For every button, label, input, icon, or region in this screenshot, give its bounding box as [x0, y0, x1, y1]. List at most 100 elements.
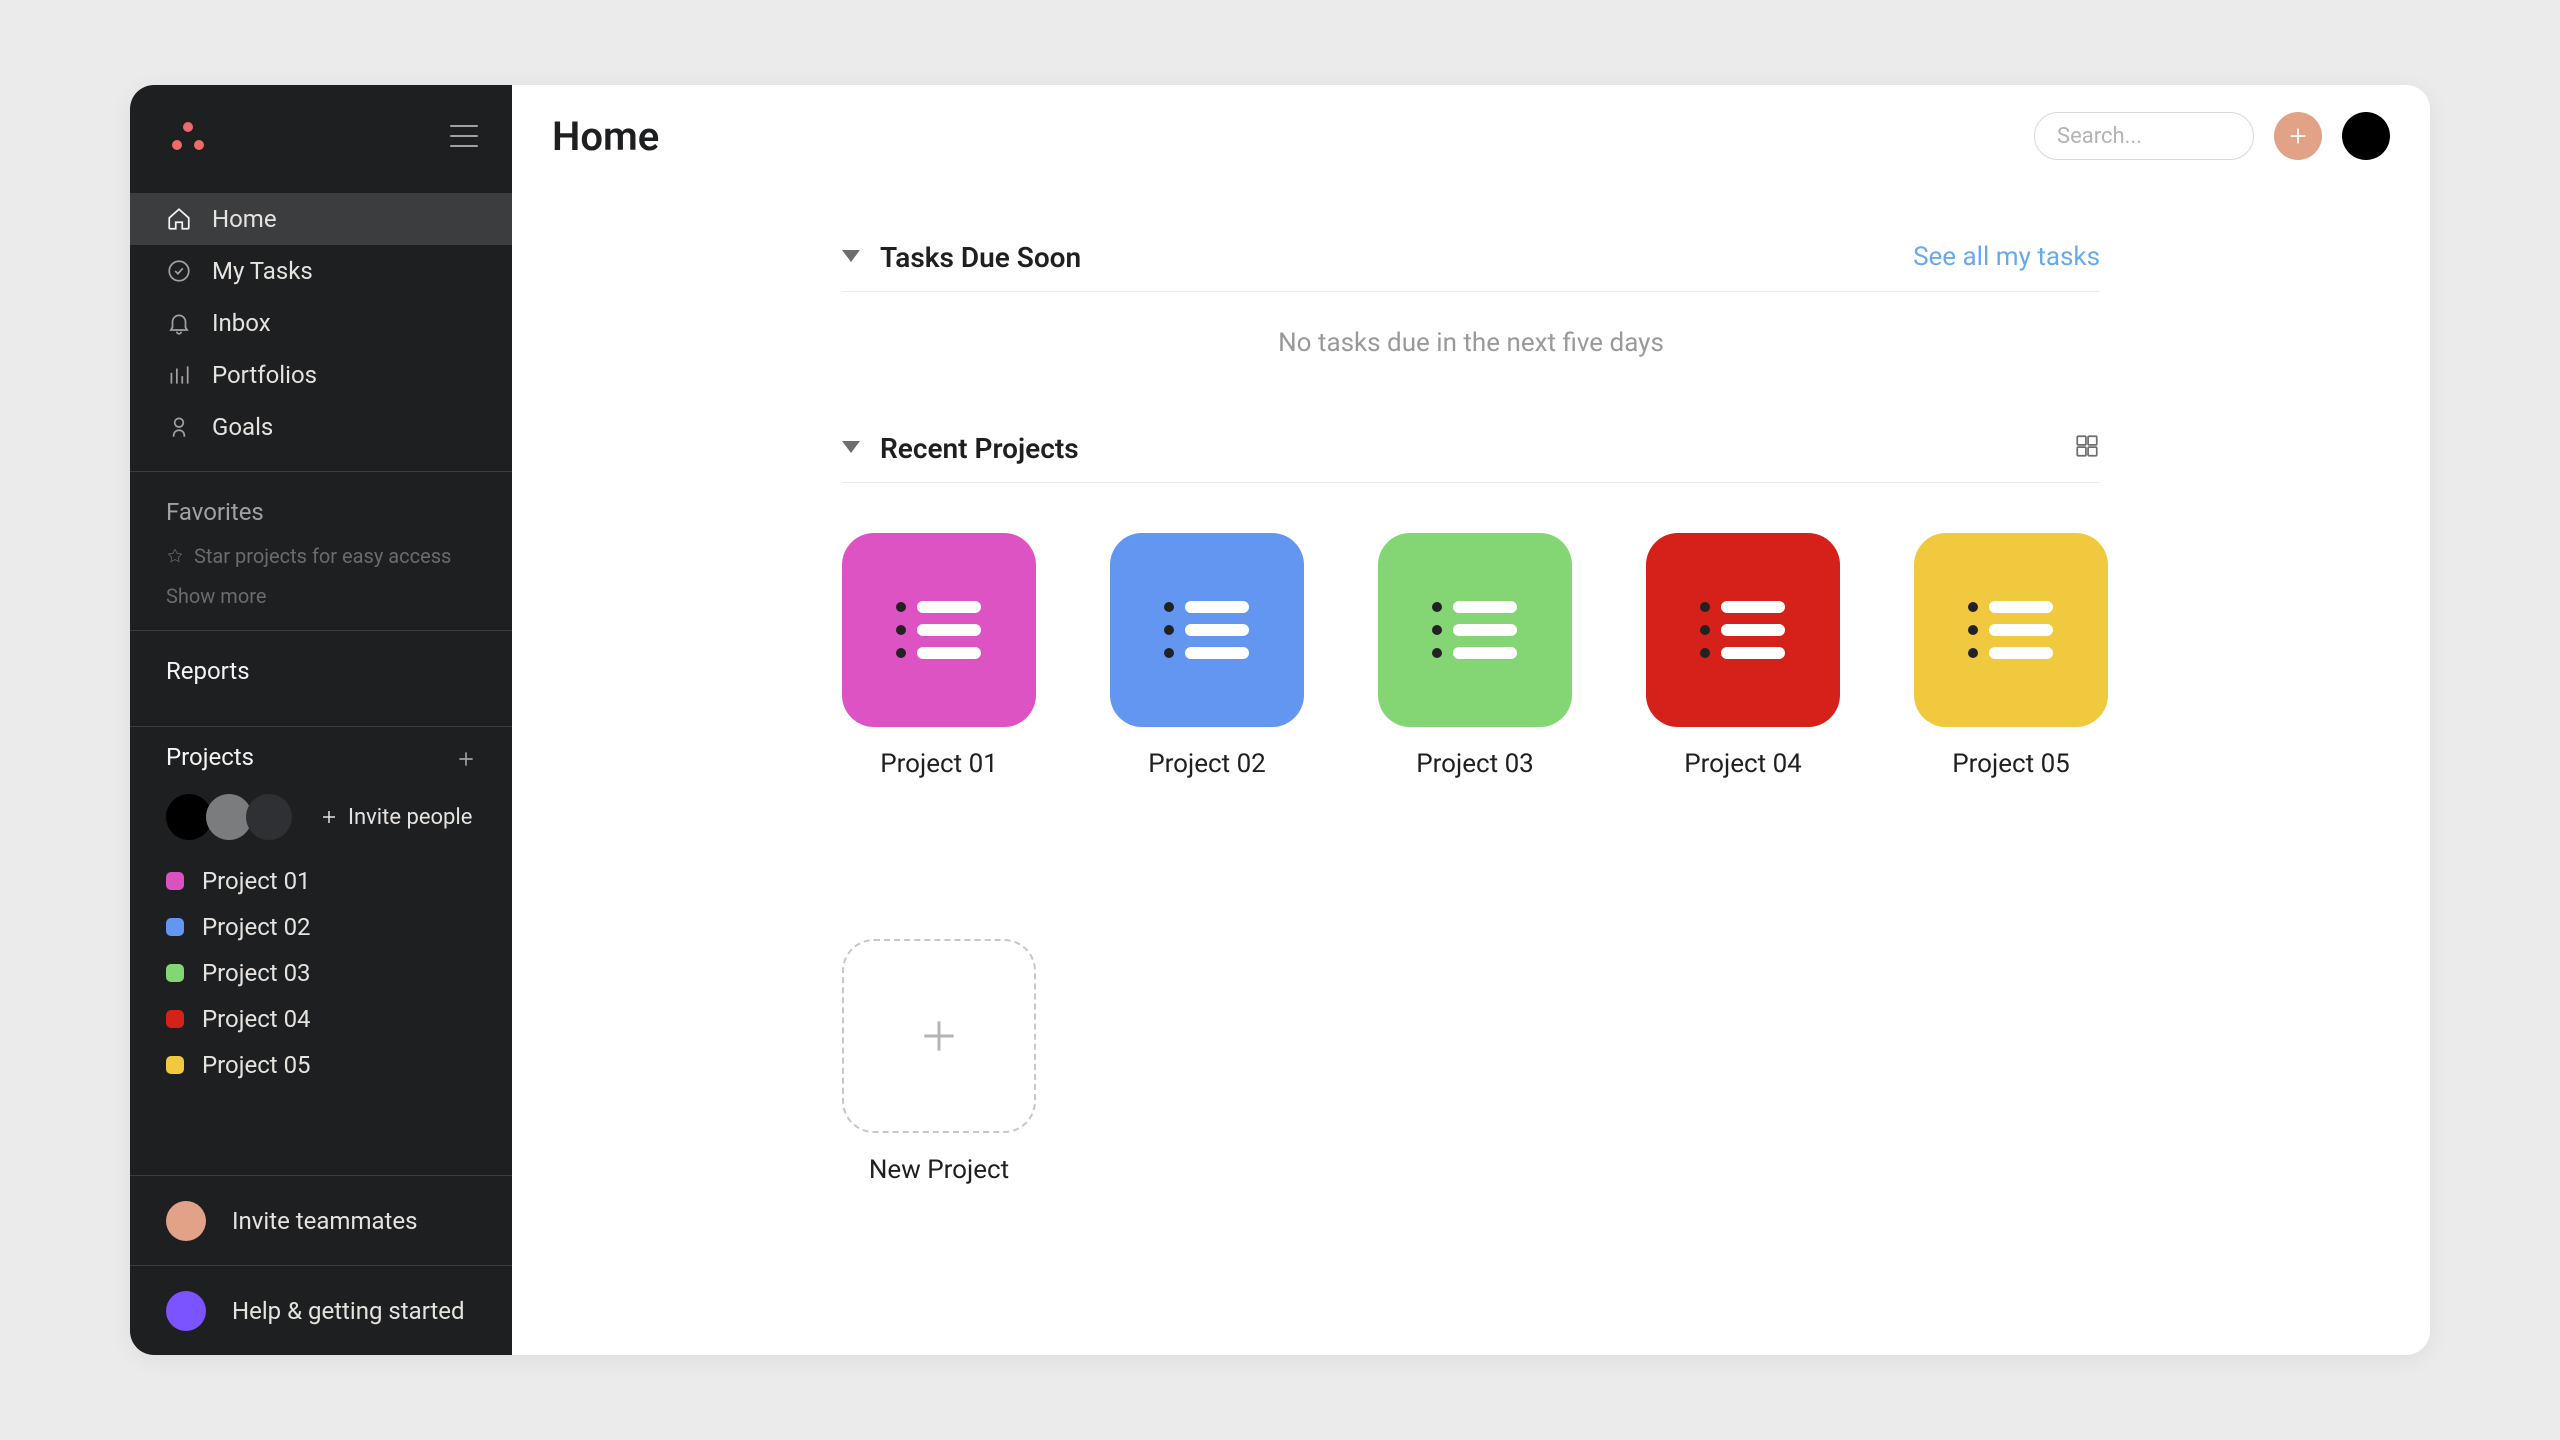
project-item-label: Project 01 [202, 867, 311, 895]
favorites-title: Favorites [166, 498, 476, 526]
list-icon [1963, 595, 2059, 665]
page-title: Home [552, 113, 659, 160]
project-color-swatch [166, 1010, 184, 1028]
topbar: Home Search... [512, 85, 2430, 187]
sidebar-item-portfolios[interactable]: Portfolios [130, 349, 512, 401]
sidebar-item-label: Inbox [212, 309, 271, 337]
see-all-tasks-link[interactable]: See all my tasks [1913, 242, 2100, 272]
check-circle-icon [166, 258, 192, 284]
sidebar-project-item[interactable]: Project 01 [130, 858, 512, 904]
hamburger-icon[interactable] [450, 125, 478, 147]
add-button[interactable] [2274, 112, 2322, 160]
search-input[interactable]: Search... [2034, 112, 2254, 160]
bar-chart-icon [166, 362, 192, 388]
avatar [246, 794, 292, 840]
team-avatars-row: Invite people [130, 786, 512, 854]
projects-label: Projects [166, 743, 254, 771]
project-name: Project 03 [1416, 749, 1534, 779]
main: Home Search... Tasks Due Soon See all my… [512, 85, 2430, 1355]
sidebar-item-label: Portfolios [212, 361, 317, 389]
help-icon [166, 1291, 206, 1331]
sidebar-project-item[interactable]: Project 03 [130, 950, 512, 996]
project-color-swatch [166, 964, 184, 982]
caret-down-icon[interactable] [842, 439, 860, 458]
grid-view-icon[interactable] [2074, 433, 2100, 463]
project-color-swatch [166, 1056, 184, 1074]
project-tile [842, 533, 1036, 727]
avatar-stack [166, 794, 292, 840]
project-item-label: Project 03 [202, 959, 311, 987]
project-name: Project 05 [1952, 749, 2070, 779]
recent-projects-header: Recent Projects [842, 418, 2100, 478]
help-button[interactable]: Help & getting started [130, 1265, 512, 1355]
sidebar-nav: Home My Tasks Inbox Portfolios [130, 187, 512, 453]
section-title: Tasks Due Soon [880, 241, 1081, 274]
project-tile [1914, 533, 2108, 727]
bell-icon [166, 310, 192, 336]
sidebar-item-goals[interactable]: Goals [130, 401, 512, 453]
content: Tasks Due Soon See all my tasks No tasks… [512, 187, 2430, 1355]
sidebar-item-label: My Tasks [212, 257, 313, 285]
sidebar-item-my-tasks[interactable]: My Tasks [130, 245, 512, 297]
add-project-icon[interactable] [456, 747, 476, 767]
tasks-empty-message: No tasks due in the next five days [842, 292, 2100, 418]
app-logo [172, 122, 204, 150]
projects-grid: Project 01 Project 02 [842, 483, 2100, 779]
project-tile [1378, 533, 1572, 727]
favorites-hint: Star projects for easy access [166, 544, 476, 568]
project-color-swatch [166, 918, 184, 936]
project-name: Project 04 [1684, 749, 1802, 779]
sidebar-project-item[interactable]: Project 04 [130, 996, 512, 1042]
project-card[interactable]: Project 02 [1110, 533, 1304, 779]
invite-teammates-icon [166, 1201, 206, 1241]
list-icon [1427, 595, 1523, 665]
plus-icon [320, 808, 338, 826]
caret-down-icon[interactable] [842, 248, 860, 267]
sidebar-project-item[interactable]: Project 05 [130, 1042, 512, 1088]
project-color-swatch [166, 872, 184, 890]
star-icon [166, 547, 184, 565]
tasks-due-header: Tasks Due Soon See all my tasks [842, 227, 2100, 287]
reports-label: Reports [166, 657, 250, 685]
show-more-link[interactable]: Show more [166, 584, 476, 608]
sidebar-item-reports[interactable]: Reports [130, 630, 512, 710]
project-card[interactable]: Project 04 [1646, 533, 1840, 779]
plus-icon [2287, 125, 2309, 147]
project-name: Project 01 [880, 749, 998, 779]
sidebar-project-list: Project 01 Project 02 Project 03 Project… [130, 854, 512, 1106]
new-project-row: New Project [842, 779, 2100, 1185]
project-card[interactable]: Project 03 [1378, 533, 1572, 779]
invite-people-label: Invite people [348, 805, 472, 830]
plus-icon [917, 1014, 961, 1058]
sidebar-item-inbox[interactable]: Inbox [130, 297, 512, 349]
home-icon [166, 206, 192, 232]
project-item-label: Project 02 [202, 913, 311, 941]
sidebar-item-home[interactable]: Home [130, 193, 512, 245]
new-project-label: New Project [842, 1155, 1036, 1185]
invite-people-link[interactable]: Invite people [320, 805, 472, 830]
sidebar: Home My Tasks Inbox Portfolios [130, 85, 512, 1355]
project-name: Project 02 [1148, 749, 1266, 779]
sidebar-project-item[interactable]: Project 02 [130, 904, 512, 950]
new-project-button[interactable] [842, 939, 1036, 1133]
list-icon [891, 595, 987, 665]
app-window: Home My Tasks Inbox Portfolios [130, 85, 2430, 1355]
section-title: Recent Projects [880, 432, 1079, 465]
goal-icon [166, 414, 192, 440]
sidebar-item-label: Goals [212, 413, 273, 441]
favorites-section: Favorites Star projects for easy access … [130, 472, 512, 608]
sidebar-item-label: Home [212, 205, 277, 233]
project-card[interactable]: Project 01 [842, 533, 1036, 779]
project-item-label: Project 04 [202, 1005, 311, 1033]
projects-header: Projects [130, 726, 512, 786]
list-icon [1159, 595, 1255, 665]
profile-avatar[interactable] [2342, 112, 2390, 160]
help-label: Help & getting started [232, 1297, 465, 1325]
favorites-hint-text: Star projects for easy access [194, 544, 451, 568]
project-item-label: Project 05 [202, 1051, 311, 1079]
invite-teammates-button[interactable]: Invite teammates [130, 1175, 512, 1265]
project-card[interactable]: Project 05 [1914, 533, 2108, 779]
project-tile [1110, 533, 1304, 727]
invite-teammates-label: Invite teammates [232, 1207, 418, 1235]
project-tile [1646, 533, 1840, 727]
